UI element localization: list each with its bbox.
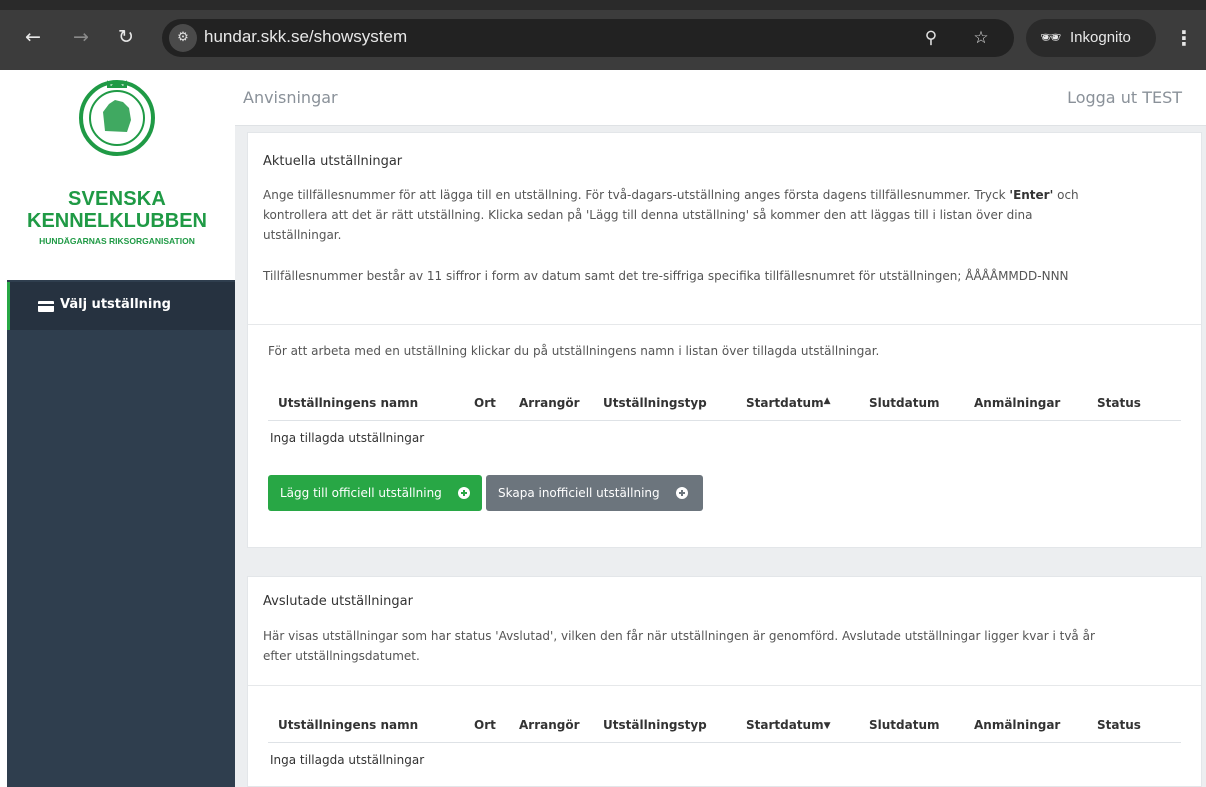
col-city[interactable]: Ort	[474, 718, 496, 732]
col-name[interactable]: Utställningens namn	[278, 396, 418, 410]
sidebar-item-label: Välj utställning	[60, 297, 171, 312]
col-organizer[interactable]: Arrangör	[519, 718, 580, 732]
col-start-date[interactable]: Startdatum▼	[746, 718, 831, 732]
col-organizer[interactable]: Arrangör	[519, 396, 580, 410]
logo[interactable]: SVENSKA KENNELKLUBBEN HUNDÄGARNAS RIKSOR…	[7, 70, 235, 280]
sidebar-item-valj-utstallning[interactable]: Välj utställning	[7, 282, 235, 330]
reload-icon[interactable]: ↻	[115, 26, 137, 48]
col-entries[interactable]: Anmälningar	[974, 718, 1060, 732]
brand-tagline: HUNDÄGARNAS RIKSORGANISATION	[39, 236, 195, 246]
url-text[interactable]: hundar.skk.se/showsystem	[204, 27, 407, 47]
col-status[interactable]: Status	[1097, 396, 1141, 410]
back-icon[interactable]: ←	[22, 26, 44, 48]
divider	[248, 685, 1201, 686]
table-header: Utställningens namn Ort Arrangör Utställ…	[268, 707, 1181, 743]
card-title: Aktuella utställningar	[263, 154, 403, 169]
current-shows-card: Aktuella utställningar Ange tillfällesnu…	[247, 132, 1202, 548]
create-unofficial-show-button[interactable]: Skapa inofficiell utställning	[486, 475, 703, 511]
logout-link[interactable]: Logga ut TEST	[1067, 88, 1182, 107]
button-label: Skapa inofficiell utställning	[498, 486, 660, 500]
browser-menu-icon[interactable]: ⋮	[1174, 26, 1194, 50]
empty-state: Inga tillagda utställningar	[270, 431, 425, 445]
col-status[interactable]: Status	[1097, 718, 1141, 732]
col-end-date[interactable]: Slutdatum	[869, 718, 940, 732]
table-header: Utställningens namn Ort Arrangör Utställ…	[268, 385, 1181, 421]
browser-toolbar: ← → ↻ ⚙ hundar.skk.se/showsystem ⚲ ☆ 🕶 I…	[0, 0, 1206, 70]
plus-circle-icon	[458, 487, 470, 499]
top-bar: Anvisningar Logga ut TEST	[235, 70, 1206, 126]
col-end-date[interactable]: Slutdatum	[869, 396, 940, 410]
kennel-club-seal-icon	[79, 80, 155, 156]
tab-strip	[0, 0, 1206, 10]
divider	[248, 324, 1201, 325]
zoom-icon[interactable]: ⚲	[920, 27, 942, 49]
finished-shows-card: Avslutade utställningar Här visas utstäl…	[247, 576, 1202, 787]
sidebar: SVENSKA KENNELKLUBBEN HUNDÄGARNAS RIKSOR…	[7, 70, 235, 787]
col-start-date[interactable]: Startdatum▲	[746, 396, 831, 410]
brand-name-line2: KENNELKLUBBEN	[27, 210, 207, 232]
format-note: Tillfällesnummer består av 11 siffror i …	[263, 269, 1069, 283]
add-official-show-button[interactable]: Lägg till officiell utställning	[268, 475, 482, 511]
card-title: Avslutade utställningar	[263, 594, 413, 609]
col-show-type[interactable]: Utställningstyp	[603, 396, 707, 410]
col-entries[interactable]: Anmälningar	[974, 396, 1060, 410]
plus-circle-icon	[676, 487, 688, 499]
col-city[interactable]: Ort	[474, 396, 496, 410]
incognito-label: Inkognito	[1070, 29, 1131, 46]
id-card-icon	[38, 301, 54, 312]
bookmark-star-icon[interactable]: ☆	[970, 27, 992, 49]
col-show-type[interactable]: Utställningstyp	[603, 718, 707, 732]
intro-text: Ange tillfällesnummer för att lägga till…	[263, 188, 1079, 242]
main-content: Anvisningar Logga ut TEST Aktuella utstä…	[235, 70, 1206, 787]
forward-icon[interactable]: →	[70, 26, 92, 48]
sort-desc-icon: ▼	[823, 721, 831, 731]
brand-name-line1: SVENSKA	[67, 188, 167, 210]
address-bar[interactable]: ⚙ hundar.skk.se/showsystem ⚲ ☆	[162, 19, 1014, 57]
intro-text: Här visas utställningar som har status '…	[263, 629, 1095, 663]
col-name[interactable]: Utställningens namn	[278, 718, 418, 732]
empty-state: Inga tillagda utställningar	[270, 753, 425, 767]
incognito-icon: 🕶	[1040, 28, 1062, 48]
instructions-link[interactable]: Anvisningar	[243, 88, 338, 107]
list-note: För att arbeta med en utställning klicka…	[268, 344, 880, 358]
sort-asc-icon: ▲	[823, 396, 831, 406]
button-label: Lägg till officiell utställning	[280, 486, 442, 500]
site-settings-icon[interactable]: ⚙	[169, 24, 197, 52]
incognito-indicator[interactable]: 🕶 Inkognito	[1026, 19, 1156, 57]
